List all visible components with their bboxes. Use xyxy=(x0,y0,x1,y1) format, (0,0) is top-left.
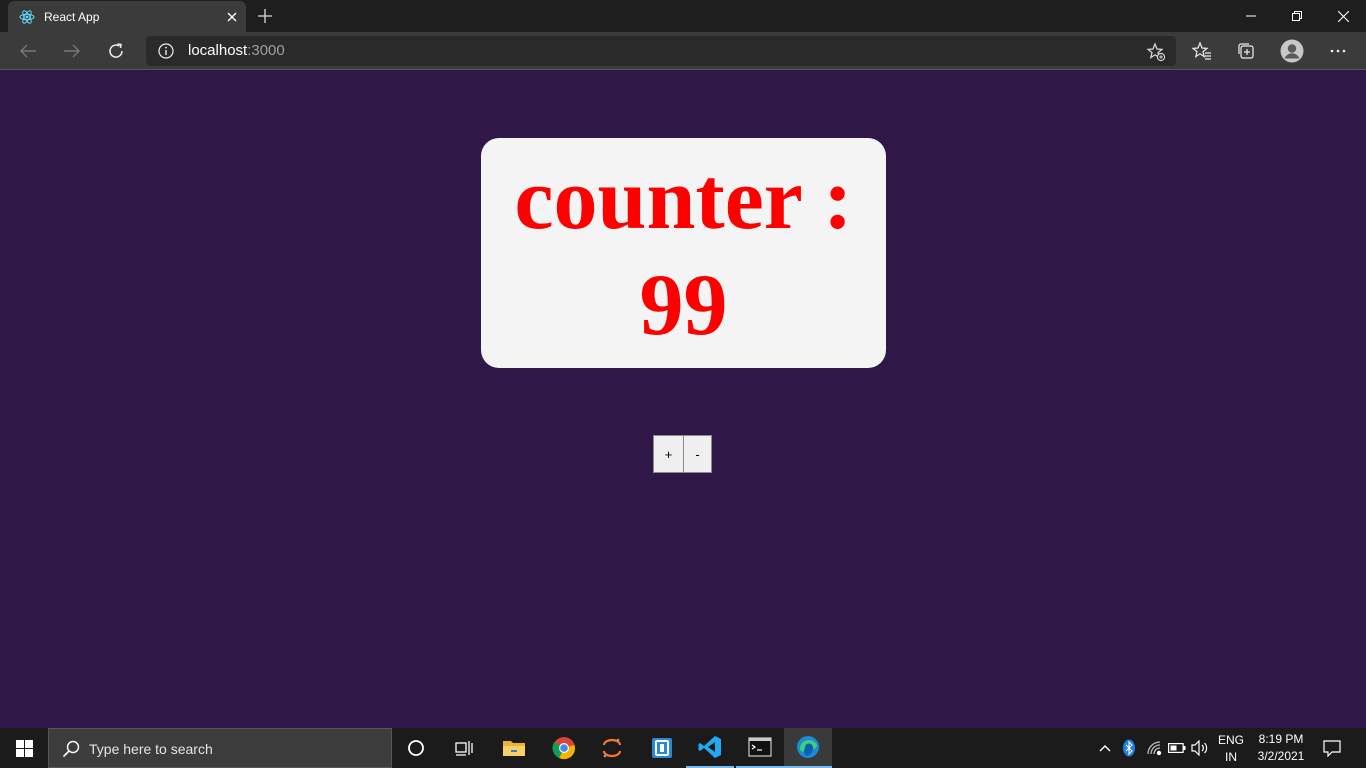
task-view-icon[interactable] xyxy=(440,728,488,768)
tab-title: React App xyxy=(44,10,100,24)
taskbar-search[interactable]: Type here to search xyxy=(48,728,392,768)
counter-heading: counter : 99 xyxy=(506,141,860,365)
volume-icon[interactable] xyxy=(1190,738,1210,758)
battery-icon[interactable] xyxy=(1167,738,1187,758)
clock[interactable]: 8:19 PM 3/2/2021 xyxy=(1250,732,1312,763)
browser-tab[interactable]: React App xyxy=(8,1,246,32)
minimize-icon[interactable] xyxy=(1228,0,1274,32)
decrement-button[interactable]: - xyxy=(684,435,712,473)
search-icon xyxy=(61,739,81,759)
counter-label: counter : xyxy=(514,151,853,248)
jupyter-icon[interactable] xyxy=(588,728,636,768)
input-language[interactable]: ENG IN xyxy=(1215,733,1247,764)
new-tab-icon[interactable] xyxy=(254,5,276,27)
edge-icon[interactable] xyxy=(784,728,832,768)
search-placeholder: Type here to search xyxy=(89,741,213,757)
url-port: :3000 xyxy=(247,42,285,59)
file-explorer-icon[interactable] xyxy=(490,728,538,768)
browser-toolbar: localhost:3000 xyxy=(0,32,1366,70)
refresh-icon[interactable] xyxy=(101,36,131,66)
forward-icon[interactable] xyxy=(57,36,87,66)
url-host: localhost xyxy=(188,42,248,59)
windows-taskbar: Type here to search ENG IN 8:19 PM 3/2/2… xyxy=(0,728,1366,768)
region-code: IN xyxy=(1225,750,1237,764)
address-bar[interactable]: localhost:3000 xyxy=(146,36,1176,66)
back-icon[interactable] xyxy=(13,36,43,66)
site-info-icon[interactable] xyxy=(158,43,174,59)
more-options-icon[interactable] xyxy=(1323,36,1353,66)
favorites-icon[interactable] xyxy=(1187,36,1217,66)
react-logo-icon xyxy=(19,9,35,25)
close-window-icon[interactable] xyxy=(1320,0,1366,32)
notifications-icon[interactable] xyxy=(1322,738,1342,758)
collections-icon[interactable] xyxy=(1231,36,1261,66)
terminal-icon[interactable] xyxy=(736,728,784,768)
increment-button[interactable]: + xyxy=(653,435,684,473)
close-tab-icon[interactable] xyxy=(222,7,242,27)
clock-date: 3/2/2021 xyxy=(1257,749,1305,763)
url-text: localhost:3000 xyxy=(188,43,285,59)
chrome-icon[interactable] xyxy=(540,728,588,768)
windows-start-icon[interactable] xyxy=(0,728,48,768)
add-favorite-icon[interactable] xyxy=(1146,42,1166,62)
language-code: ENG xyxy=(1217,733,1244,747)
wifi-icon[interactable] xyxy=(1145,738,1165,758)
profile-avatar-icon[interactable] xyxy=(1277,36,1307,66)
counter-card: counter : 99 xyxy=(481,138,886,368)
restore-icon[interactable] xyxy=(1274,0,1320,32)
chevron-up-icon[interactable] xyxy=(1095,738,1115,758)
bluetooth-icon[interactable] xyxy=(1119,738,1139,758)
cortana-icon[interactable] xyxy=(392,728,440,768)
counter-controls: + - xyxy=(653,435,712,473)
counter-value: 99 xyxy=(639,257,728,354)
sandbox-icon[interactable] xyxy=(638,728,686,768)
clock-time: 8:19 PM xyxy=(1258,732,1304,746)
vscode-icon[interactable] xyxy=(686,728,734,768)
browser-titlebar: React App xyxy=(0,0,1366,32)
